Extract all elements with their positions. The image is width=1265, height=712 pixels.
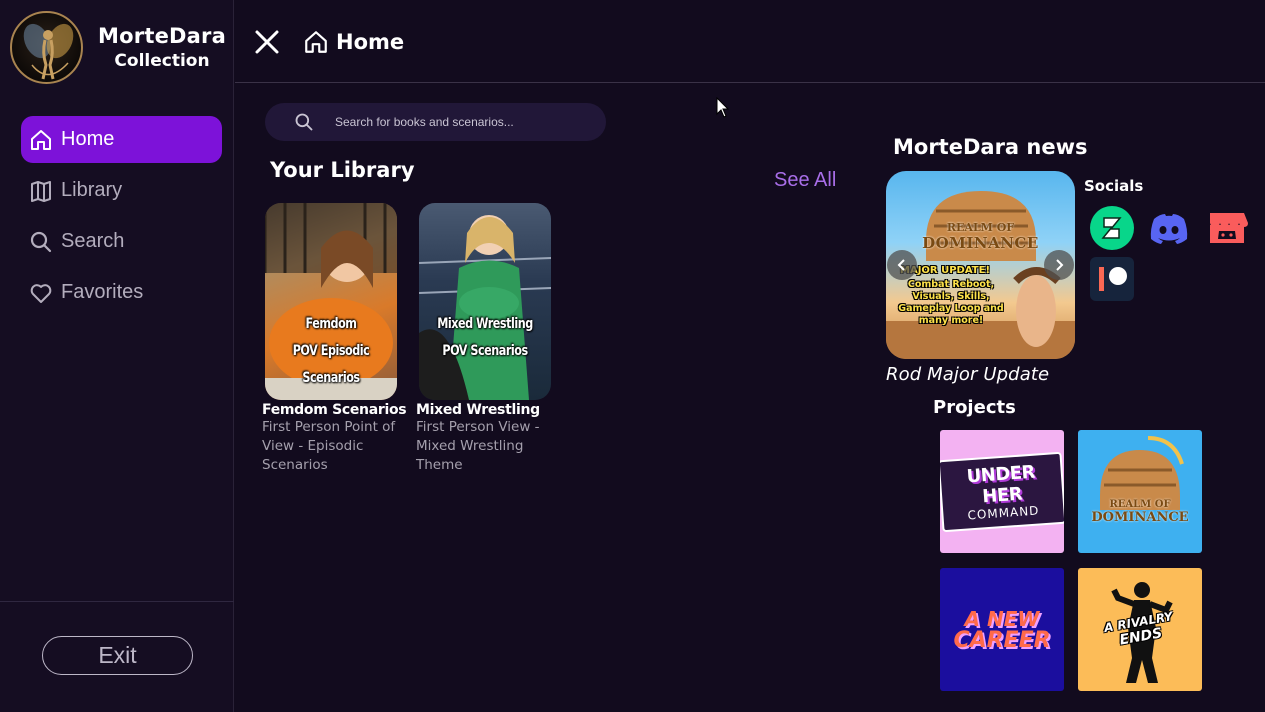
patreon-icon	[1090, 257, 1134, 301]
book-title: Mixed Wrestling	[416, 402, 540, 418]
sidebar-item-library[interactable]: Library	[21, 167, 222, 214]
project-realm-of-dominance[interactable]: REALM OF DOMINANCE	[1078, 430, 1202, 553]
search-input[interactable]	[335, 115, 595, 129]
slide-logo-line1: REALM OF	[946, 221, 1015, 234]
news-title: MorteDara news	[893, 135, 1088, 159]
chevron-left-icon	[897, 259, 905, 271]
project-under-her-command[interactable]: UNDER HER COMMAND	[940, 430, 1064, 553]
cover-line1: Mixed Wrestling	[437, 316, 533, 332]
sidebar-item-label: Home	[61, 128, 115, 150]
brand-logo	[10, 11, 83, 84]
book-title: Femdom Scenarios	[262, 402, 407, 418]
brand-line1: MorteDara	[98, 24, 226, 48]
news-carousel[interactable]: REALM OF DOMINANCE MAJOR UPDATE! Combat …	[886, 171, 1075, 359]
deviantart-icon	[1090, 206, 1134, 250]
cover-line1: Femdom	[305, 316, 357, 332]
book-cover[interactable]: Mixed Wrestling POV Scenarios	[419, 203, 551, 400]
news-slide-body: Combat Reboot, Visuals, Skills, Gameplay…	[898, 279, 1004, 326]
project-line2: DOMINANCE	[1091, 509, 1189, 525]
sidebar-divider	[0, 601, 234, 602]
slide-logo-line2: DOMINANCE	[922, 234, 1039, 252]
project-line2: CAREER	[953, 627, 1051, 653]
sidebar: MorteDara Collection Home Library Search…	[0, 0, 234, 712]
sidebar-item-home[interactable]: Home	[21, 116, 222, 163]
page-title: Home	[303, 29, 404, 55]
project-a-new-career[interactable]: A NEW CAREER	[940, 568, 1064, 691]
chevron-right-icon	[1056, 259, 1064, 271]
socials-title: Socials	[1084, 177, 1144, 195]
sidebar-item-label: Favorites	[61, 281, 144, 303]
project-line1: REALM OF	[1109, 498, 1171, 510]
cover-line2: POV Scenarios	[442, 343, 528, 359]
book-cover[interactable]: Femdom POV Episodic Scenarios	[265, 203, 397, 400]
projects-title: Projects	[933, 397, 1016, 418]
brand-name: MorteDara Collection	[96, 24, 228, 71]
see-all-link[interactable]: See All	[774, 169, 836, 192]
exit-button[interactable]: Exit	[42, 636, 193, 675]
search-bar	[265, 103, 606, 141]
news-caption: Rod Major Update	[886, 364, 1050, 385]
search-icon	[295, 113, 313, 131]
search-icon	[30, 231, 52, 252]
discord-button[interactable]	[1146, 205, 1192, 251]
sidebar-item-search[interactable]: Search	[21, 218, 222, 265]
carousel-next-button[interactable]	[1044, 250, 1074, 280]
library-icon	[31, 180, 51, 202]
top-header: Home	[235, 0, 1265, 83]
page-title-text: Home	[336, 30, 405, 54]
project-logo: REALM OF DOMINANCE	[1091, 499, 1188, 525]
cover-label: Femdom POV Episodic Scenarios	[278, 311, 384, 392]
sidebar-item-label: Search	[61, 230, 125, 252]
library-title: Your Library	[270, 158, 415, 182]
mouse-cursor-icon	[716, 97, 730, 118]
sidebar-item-favorites[interactable]: Favorites	[21, 269, 222, 316]
project-line1: A NEW	[964, 606, 1040, 631]
library-card-mixed-wrestling[interactable]: Mixed Wrestling POV Scenarios Mixed Wres…	[416, 203, 566, 475]
library-card-femdom[interactable]: Femdom POV Episodic Scenarios Femdom Sce…	[262, 203, 412, 475]
close-icon[interactable]	[253, 28, 281, 56]
project-logo: A NEW CAREER	[953, 608, 1050, 652]
sidebar-item-label: Library	[61, 179, 123, 201]
carousel-prev-button[interactable]	[887, 250, 917, 280]
discord-icon	[1150, 214, 1188, 244]
cover-label: Mixed Wrestling POV Scenarios	[432, 311, 538, 365]
cover-line2: POV Episodic Scenarios	[292, 343, 370, 386]
heart-icon	[30, 283, 52, 303]
project-a-rivalry-ends[interactable]: A RIVALRY ENDS	[1078, 568, 1202, 691]
itchio-button[interactable]	[1204, 205, 1250, 251]
project-line1: UNDER HER	[965, 461, 1036, 507]
project-logo: UNDER HER COMMAND	[940, 451, 1064, 532]
news-slide-logo: REALM OF DOMINANCE	[886, 221, 1075, 252]
colosseum-art	[1100, 436, 1184, 510]
deviantart-button[interactable]	[1089, 205, 1135, 251]
home-icon	[305, 31, 327, 53]
home-icon	[31, 129, 51, 150]
patreon-button[interactable]	[1089, 256, 1135, 302]
book-description: First Person View - Mixed Wrestling Them…	[416, 419, 540, 473]
book-description: First Person Point of View - Episodic Sc…	[262, 419, 396, 473]
itchio-icon	[1210, 213, 1248, 243]
brand-line2: Collection	[114, 51, 210, 71]
sidebar-nav: Home Library Search Favorites	[21, 116, 222, 320]
